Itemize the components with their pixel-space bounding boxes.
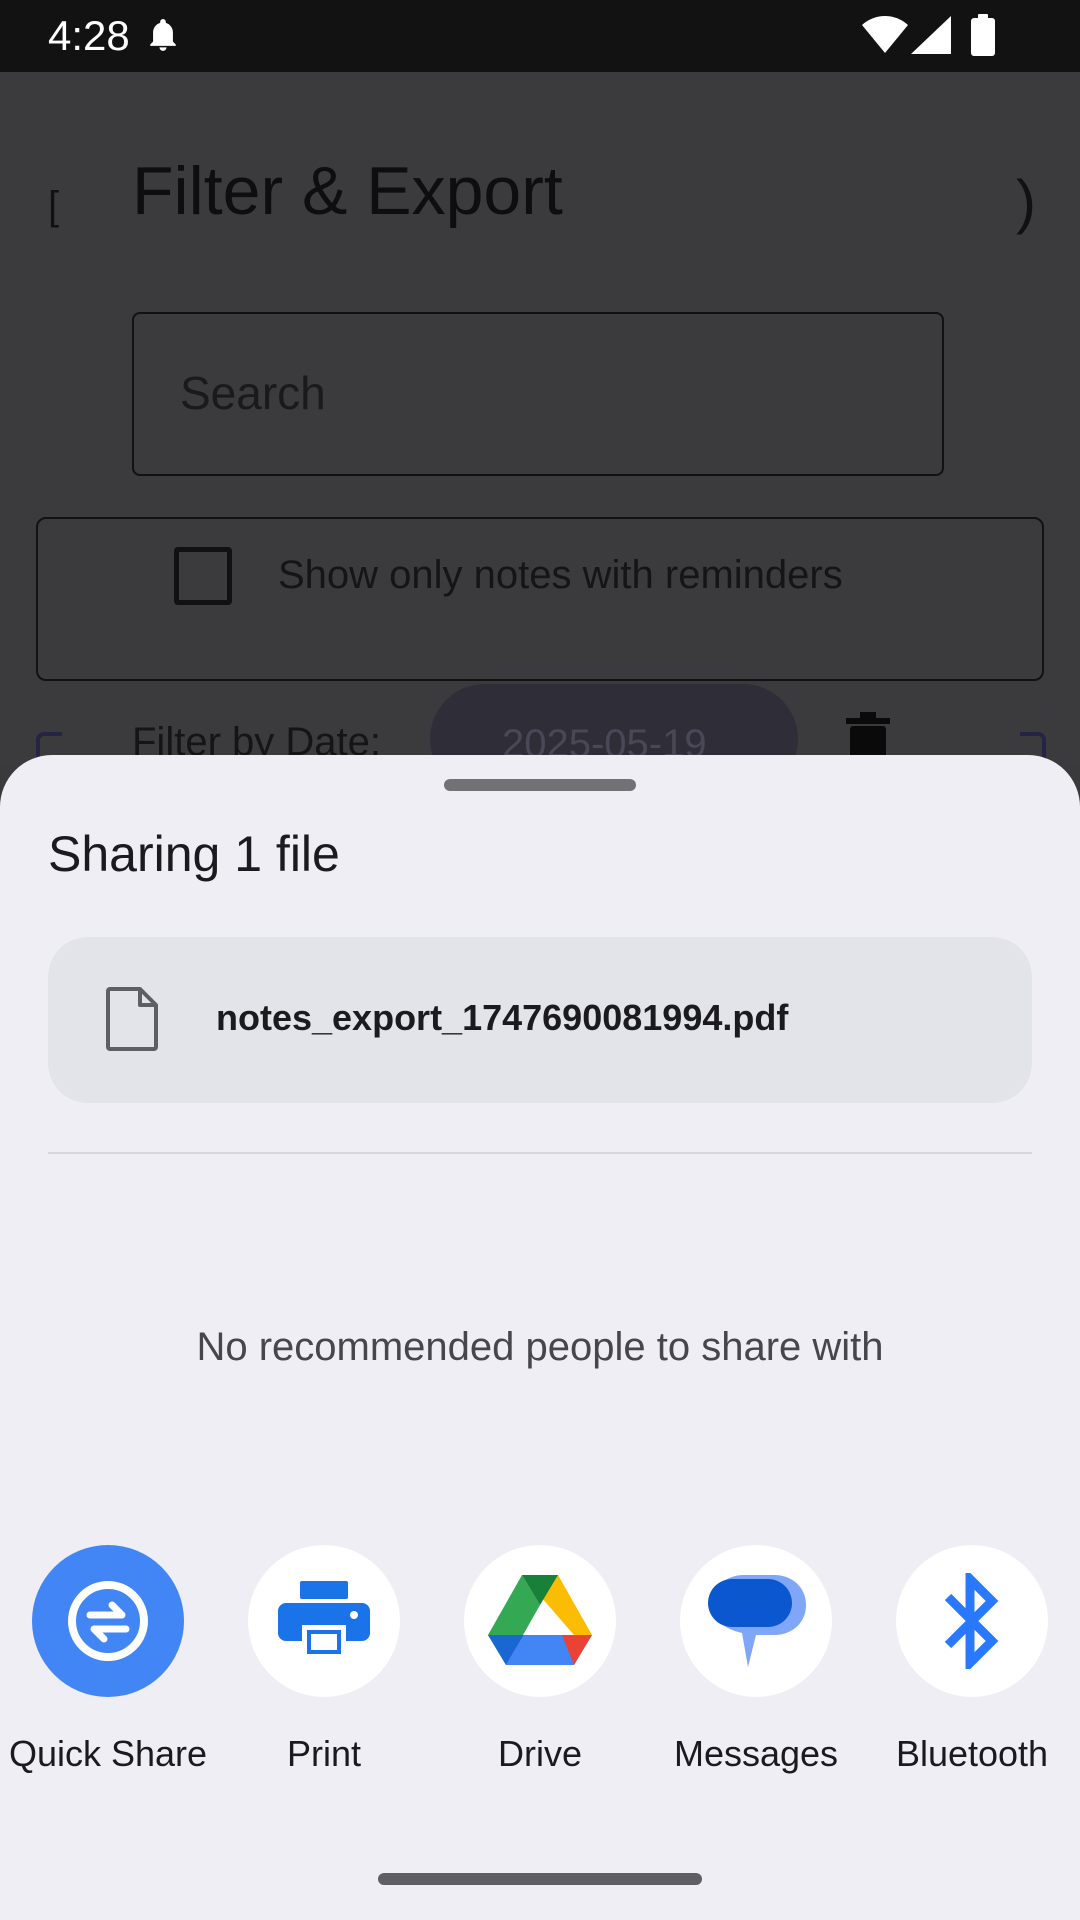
document-icon xyxy=(106,987,158,1056)
share-target-label: Print xyxy=(286,1733,362,1774)
reminder-checkbox xyxy=(174,547,232,605)
reminder-checkbox-label: Show only notes with reminders xyxy=(278,553,843,597)
printer-icon xyxy=(248,1545,400,1697)
share-target-bluetooth[interactable]: Bluetooth xyxy=(864,1545,1080,1775)
status-bar: 4:28 xyxy=(0,0,1080,72)
reminder-filter-container: Show only notes with reminders xyxy=(36,517,1044,681)
menu-button-fragment: ) xyxy=(1016,168,1036,235)
messages-icon xyxy=(680,1545,832,1697)
drag-handle[interactable] xyxy=(444,779,636,791)
back-button-fragment: [ xyxy=(48,184,60,228)
file-preview-card: notes_export_1747690081994.pdf xyxy=(48,937,1032,1103)
date-picker-button: 2025-05-19 xyxy=(430,684,798,762)
share-target-drive[interactable]: Drive xyxy=(432,1545,648,1775)
background-app: [ Filter & Export ) Search Show only not… xyxy=(0,72,1080,762)
file-name: notes_export_1747690081994.pdf xyxy=(216,997,789,1038)
share-sheet: Sharing 1 file notes_export_174769008199… xyxy=(0,755,1080,1920)
share-target-print[interactable]: Print xyxy=(216,1545,432,1775)
share-target-quick-share[interactable]: Quick Share xyxy=(0,1545,216,1775)
share-target-label: Messages xyxy=(673,1733,839,1774)
quick-share-icon xyxy=(32,1545,184,1697)
bluetooth-icon xyxy=(896,1545,1048,1697)
share-targets-row: Quick Share Print Drive Messages Bluetoo… xyxy=(0,1545,1080,1805)
page-title: Filter & Export xyxy=(132,153,563,229)
search-placeholder: Search xyxy=(180,367,326,419)
wifi-icon xyxy=(862,16,908,59)
status-time: 4:28 xyxy=(48,12,130,59)
signal-icon xyxy=(911,16,951,59)
search-input: Search xyxy=(132,312,944,476)
share-sheet-title: Sharing 1 file xyxy=(48,826,340,882)
battery-icon xyxy=(970,14,996,61)
share-target-messages[interactable]: Messages xyxy=(648,1545,864,1775)
share-target-label: Bluetooth xyxy=(895,1733,1049,1774)
gesture-nav-bar[interactable] xyxy=(378,1873,702,1885)
share-target-label: Drive xyxy=(497,1733,582,1774)
notification-bell-icon xyxy=(146,16,180,61)
no-recommendations-message: No recommended people to share with xyxy=(196,1325,884,1369)
share-target-label: Quick Share xyxy=(8,1733,208,1774)
google-drive-icon xyxy=(464,1545,616,1697)
divider xyxy=(48,1152,1032,1154)
